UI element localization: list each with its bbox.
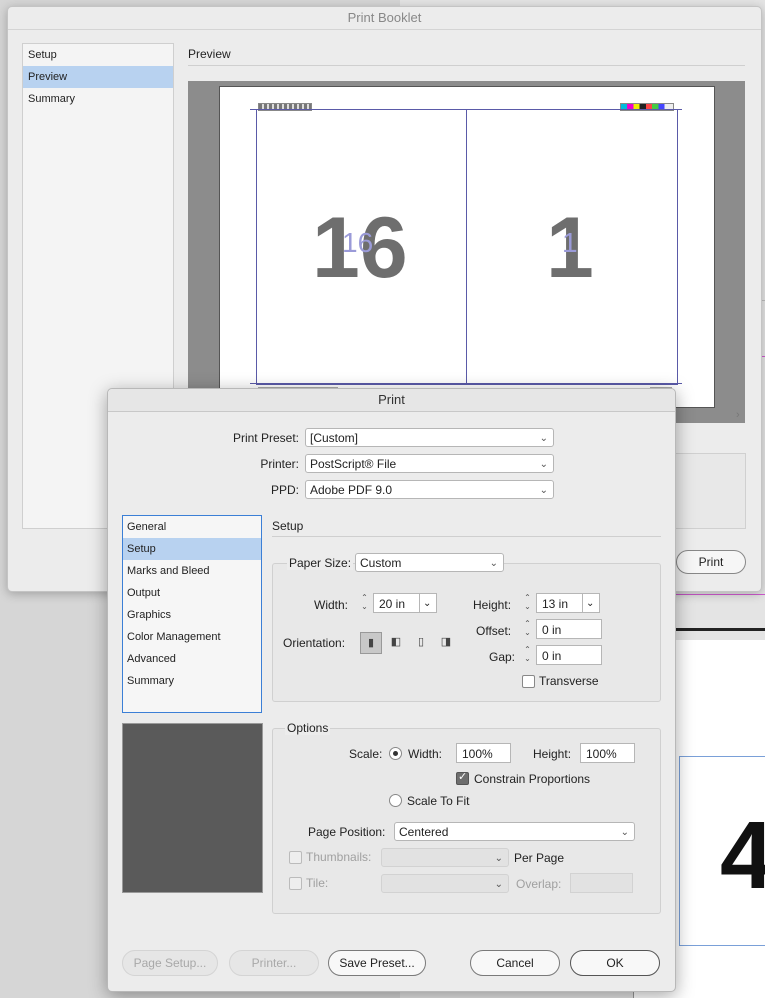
printer-label: Printer: <box>260 457 299 471</box>
scale-to-fit-radio[interactable] <box>389 794 402 807</box>
paper-size-label: Paper Size: <box>287 556 354 570</box>
constrain-proportions-checkbox[interactable] <box>456 770 469 785</box>
landscape-orientation-icon[interactable]: ◧ <box>386 632 406 652</box>
reverse-landscape-orientation-icon[interactable]: ◨ <box>436 632 456 652</box>
scale-label: Scale: <box>349 747 383 761</box>
width-stepper[interactable]: ⌃ ⌄ <box>358 593 371 613</box>
booklet-preview-area: 16 16 1 1 <box>188 81 745 423</box>
page-position-select[interactable]: Centered ⌄ <box>394 822 635 841</box>
chevron-down-icon: ⌄ <box>539 433 548 444</box>
print-nav-summary[interactable]: Summary <box>123 670 261 692</box>
window-title: Print Booklet <box>8 7 761 30</box>
scale-width-input[interactable]: 100% <box>456 743 511 763</box>
constrain-proportions-label: Constrain Proportions <box>474 772 591 786</box>
tile-label: Tile: <box>306 876 329 890</box>
width-label: Width: <box>314 598 349 612</box>
ok-button[interactable]: OK <box>570 950 660 976</box>
print-nav-advanced[interactable]: Advanced <box>123 648 261 670</box>
reverse-portrait-orientation-icon[interactable]: ▯ <box>411 632 431 652</box>
dialog-title: Print <box>108 389 675 412</box>
scale-width-radio[interactable] <box>389 747 402 760</box>
thumbnails-label: Thumbnails: <box>306 850 372 864</box>
setup-section-title: Setup <box>272 519 304 533</box>
thumbnails-checkbox[interactable] <box>289 851 302 864</box>
booklet-nav-preview[interactable]: Preview <box>23 66 173 88</box>
tile-checkbox[interactable] <box>289 877 302 890</box>
printer-value: PostScript® File <box>310 457 397 471</box>
height-input[interactable]: 13 in <box>536 593 582 613</box>
page-position-label: Page Position: <box>308 825 386 839</box>
preview-sheet: 16 16 1 1 <box>219 86 715 408</box>
width-unit-dropdown[interactable]: ⌄ <box>419 593 437 613</box>
width-input[interactable]: 20 in <box>373 593 419 613</box>
page-setup-button[interactable]: Page Setup... <box>122 950 218 976</box>
transverse-label: Transverse <box>539 674 599 688</box>
save-preset-button[interactable]: Save Preset... <box>328 950 426 976</box>
overlap-label: Overlap: <box>516 877 562 891</box>
chevron-down-icon: ⌄ <box>539 485 548 496</box>
gap-label: Gap: <box>489 650 516 664</box>
gap-stepper[interactable]: ⌃ ⌄ <box>521 645 534 665</box>
scale-height-label: Height: <box>533 747 572 761</box>
portrait-orientation-icon[interactable]: ▮ <box>360 632 382 654</box>
section-title: Preview <box>188 47 231 61</box>
print-dialog: Print Print Preset: [Custom] ⌄ Printer: … <box>107 388 676 992</box>
chevron-down-icon: ⌄ <box>494 853 503 864</box>
printer-select[interactable]: PostScript® File ⌄ <box>305 454 554 473</box>
cancel-button[interactable]: Cancel <box>470 950 560 976</box>
scale-height-input[interactable]: 100% <box>580 743 635 763</box>
print-preset-select[interactable]: [Custom] ⌄ <box>305 428 554 447</box>
transverse-checkbox[interactable] <box>522 675 535 688</box>
print-nav-marks-and-bleed[interactable]: Marks and Bleed <box>123 560 261 582</box>
chevron-right-icon[interactable]: › <box>736 409 740 421</box>
tile-select[interactable]: ⌄ <box>381 874 509 893</box>
bg-page-number: 4 <box>720 802 765 909</box>
print-nav-color-management[interactable]: Color Management <box>123 626 261 648</box>
print-preset-label: Print Preset: <box>232 431 299 445</box>
left-page-ghost-number: 16 <box>342 227 374 258</box>
booklet-nav-summary[interactable]: Summary <box>23 88 173 110</box>
print-nav-general[interactable]: General <box>123 516 261 538</box>
trim-line <box>250 109 682 110</box>
print-preview-thumbnail <box>122 723 263 893</box>
section-divider <box>272 536 661 537</box>
paper-group <box>272 563 661 702</box>
chevron-down-icon: ⌄ <box>494 879 503 890</box>
trim-line <box>250 383 682 384</box>
height-unit-dropdown[interactable]: ⌄ <box>582 593 600 613</box>
print-preset-value: [Custom] <box>310 431 359 445</box>
offset-stepper[interactable]: ⌃ ⌄ <box>521 619 534 639</box>
height-stepper[interactable]: ⌃ ⌄ <box>521 593 534 613</box>
gap-input[interactable]: 0 in <box>536 645 602 665</box>
ppd-select[interactable]: Adobe PDF 9.0 ⌄ <box>305 480 554 499</box>
section-divider <box>188 65 745 66</box>
printer-button[interactable]: Printer... <box>229 950 319 976</box>
booklet-nav-setup[interactable]: Setup <box>23 44 173 66</box>
print-sidebar: General Setup Marks and Bleed Output Gra… <box>122 515 262 713</box>
overlap-input[interactable] <box>570 873 633 893</box>
per-page-label: Per Page <box>514 851 565 865</box>
paper-size-value: Custom <box>360 556 402 570</box>
ppd-label: PPD: <box>270 483 299 497</box>
scale-to-fit-label: Scale To Fit <box>407 794 470 808</box>
right-page-ghost-number: 1 <box>562 227 578 258</box>
booklet-info-box <box>674 453 746 529</box>
ppd-value: Adobe PDF 9.0 <box>310 483 393 497</box>
print-nav-output[interactable]: Output <box>123 582 261 604</box>
chevron-down-icon: ⌄ <box>539 459 548 470</box>
height-label: Height: <box>473 598 512 612</box>
print-nav-graphics[interactable]: Graphics <box>123 604 261 626</box>
orientation-label: Orientation: <box>283 636 346 650</box>
scale-width-label: Width: <box>408 747 443 761</box>
offset-label: Offset: <box>476 624 512 638</box>
chevron-down-icon: ⌄ <box>620 827 629 838</box>
paper-size-select[interactable]: Custom ⌄ <box>355 553 504 572</box>
print-nav-setup[interactable]: Setup <box>123 538 261 560</box>
booklet-print-button[interactable]: Print <box>676 550 746 574</box>
thumbnails-select[interactable]: ⌄ <box>381 848 509 867</box>
chevron-down-icon: ⌄ <box>489 558 498 569</box>
page-position-value: Centered <box>399 825 449 839</box>
options-title: Options <box>285 721 331 735</box>
offset-input[interactable]: 0 in <box>536 619 602 639</box>
